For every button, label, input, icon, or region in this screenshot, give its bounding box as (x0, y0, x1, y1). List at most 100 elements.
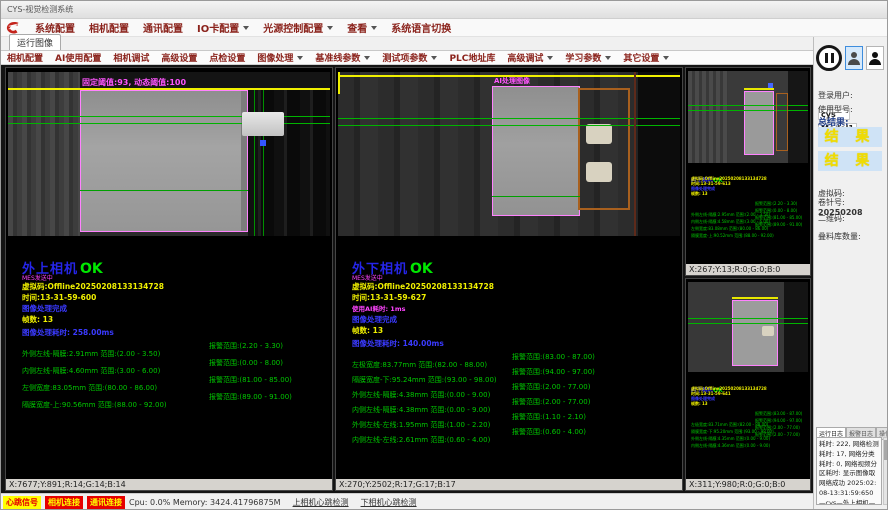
main-view-area: 固定阈值:93, 动态阈值:100 外上相机OK MES发送中 虚拟码:Offl… (1, 65, 813, 493)
measurement-row: 外侧左线-隔膜:4.35mm 范围:(0.00 - 9.00) 报警范围:(2.… (691, 425, 809, 431)
comm-connection-badge: 通讯连接 (87, 496, 125, 509)
camera-image-inner-upper[interactable] (688, 71, 808, 163)
operator-login-button[interactable] (845, 46, 863, 70)
threshold-overlay-text: 固定阈值:93, 动态阈值:100 (82, 77, 186, 88)
image-right-shadow (638, 72, 680, 236)
measurement-row: 内侧左线-隔膜:4.58mm 范围:(3.00 - 6.00) 报警范围:(0.… (691, 208, 809, 214)
measurement-row: 外侧左线-隔膜:2.91mm 范围:(2.00 - 3.50) 报警范围:(2.… (22, 341, 330, 351)
tool-learning-params[interactable]: 学习参数 (559, 51, 617, 64)
result-box-lower: 结 果 (818, 151, 882, 171)
pixel-coordinate-status: X:270;Y:2502;R:17;G:17;B:17 (336, 479, 682, 490)
measurement-row: 左侧宽度:83.05mm 范围:(80.00 - 86.00) 报警范围:(81… (22, 375, 330, 385)
tool-image-processing[interactable]: 图像处理 (251, 51, 309, 64)
tool-advanced-settings[interactable]: 高级设置 (155, 51, 203, 64)
processing-elapsed-text: 图像处理耗时: 140.00ms (352, 338, 444, 349)
app-window: CYS-视觉检测系统 系统配置 相机配置 通讯配置 IO卡配置 光源控制配置 查… (0, 0, 888, 510)
green-measure-line (80, 190, 248, 191)
tool-advanced-debug[interactable]: 高级调试 (501, 51, 559, 64)
pause-button[interactable] (816, 45, 842, 71)
tab-blob (762, 326, 774, 336)
measurement-row: 隔膜宽度-上:90.56mm 范围:(88.00 - 92.00) 报警范围:(… (22, 392, 330, 402)
alarm-range-text: 报警范围:(89.00 - 91.00) (755, 222, 802, 228)
log-scrollbar-thumb[interactable] (884, 440, 887, 460)
menu-bar: 系统配置 相机配置 通讯配置 IO卡配置 光源控制配置 查看 系统语言切换 (1, 19, 888, 37)
ai-overlay-text: AI处理图像 (494, 76, 530, 86)
tab-run-image[interactable]: 运行图像 (9, 34, 61, 50)
menu-item-system-config[interactable]: 系统配置 (28, 20, 82, 35)
alarm-range-text: 报警范围:(83.00 - 87.00) (755, 411, 802, 417)
dropdown-arrow-icon (327, 26, 333, 30)
tool-test-params[interactable]: 测试项参数 (376, 51, 443, 64)
result-box-upper: 结 果 (818, 127, 882, 147)
tab-blob (586, 162, 612, 182)
frame-count-text: 帧数: 13 (691, 401, 708, 407)
alarm-range-text: 报警范围:(2.00 - 77.00) (755, 432, 800, 438)
measurement-text: 内侧左线-隔膜:4.36mm 范围:(0.00 - 9.00) (691, 443, 770, 448)
alarm-range-text: 报警范围:(94.00 - 97.00) (755, 418, 802, 424)
upper-camera-heartbeat-check: 上相机心跳检测 (293, 497, 349, 508)
green-measure-line (338, 125, 680, 126)
frame-count-text: 帧数: 13 (691, 191, 708, 197)
lower-camera-heartbeat-check: 下相机心跳检测 (361, 497, 417, 508)
tool-camera-config[interactable]: 相机配置 (1, 51, 49, 64)
camera-panel-outer-lower: AI处理图像 外下相机OK MES发送中 虚拟码:Offline20250208… (335, 67, 683, 491)
measurement-text: 内侧左线-隔膜:4.60mm 范围:(3.00 - 6.00) (22, 367, 160, 375)
user-icon (851, 52, 857, 58)
camera-connection-badge: 相机连接 (45, 496, 83, 509)
title-bar: CYS-视觉检测系统 (1, 1, 888, 19)
alarm-range-text: 报警范围:(0.00 - 8.00) (755, 208, 797, 214)
tool-ai-usage-config[interactable]: AI使用配置 (49, 51, 107, 64)
pause-icon (825, 53, 828, 63)
yellow-reference-line (8, 88, 330, 90)
log-scrollbar[interactable] (883, 437, 888, 505)
green-measure-line (688, 323, 808, 324)
camera-image-outer-upper[interactable]: 固定阈值:93, 动态阈值:100 (8, 72, 330, 236)
camera-image-outer-lower[interactable]: AI处理图像 (338, 72, 680, 236)
green-measure-line (492, 196, 580, 197)
tool-camera-debug[interactable]: 相机调试 (107, 51, 155, 64)
red-vertical-line (634, 72, 636, 236)
tool-baseline-params[interactable]: 基准线参数 (309, 51, 376, 64)
measurement-row: 内侧左线-隔膜:4.38mm 范围:(0.00 - 9.00) 报警范围:(2.… (352, 397, 680, 407)
measurement-text: 隔膜宽度-上:90.56mm 范围:(88.00 - 92.00) (22, 401, 167, 409)
dropdown-arrow-icon (547, 56, 553, 60)
dropdown-arrow-icon (371, 26, 377, 30)
tab-blob (586, 124, 612, 144)
dropdown-arrow-icon (663, 56, 669, 60)
yellow-reference-line (744, 88, 774, 90)
alarm-range-text: 报警范围:(2.00 - 77.00) (512, 382, 590, 392)
tool-plc-address[interactable]: PLC地址库 (443, 51, 501, 64)
alarm-range-text: 报警范围:(1.10 - 2.10) (512, 412, 586, 422)
dropdown-arrow-icon (243, 26, 249, 30)
measurement-text: 外侧左线-隔膜:2.91mm 范围:(2.00 - 3.50) (22, 350, 160, 358)
log-output[interactable]: 耗时: 222, 网络检测耗时: 17, 网络分类耗时: 0, 网络视频分区耗时… (816, 437, 882, 505)
tool-spot-check[interactable]: 点检设置 (203, 51, 251, 64)
green-measure-line (688, 105, 808, 106)
blue-marker (768, 83, 773, 88)
ai-detection-box (578, 88, 630, 210)
menu-item-light-config[interactable]: 光源控制配置 (256, 20, 340, 35)
pixel-coordinate-status: X:267;Y:13;R:0;G:0;B:0 (686, 264, 810, 275)
menu-item-comm-config[interactable]: 通讯配置 (136, 20, 190, 35)
measurement-row: 内侧左线-左线:2.61mm 范围:(0.60 - 4.00) 报警范围:(0.… (352, 427, 680, 437)
alarm-range-text: 报警范围:(2.00 - 77.00) (755, 425, 800, 431)
processing-done-text: 图像处理完成 (22, 303, 67, 314)
window-title: CYS-视觉检测系统 (1, 4, 73, 15)
measurement-row: 外侧左线-隔膜:2.95mm 范围:(2.00 - 3.50) 报警范围:(2.… (691, 201, 809, 207)
ai-elapsed-text: 使用AI耗时: 1ms (352, 303, 405, 313)
menu-item-io-config[interactable]: IO卡配置 (190, 20, 256, 35)
menu-item-camera-config[interactable]: 相机配置 (82, 20, 136, 35)
user-dark-icon (872, 52, 878, 58)
battery-cell-region (744, 91, 774, 155)
measurement-row: 左侧宽度:83.08mm 范围:(80.00 - 86.00) 报警范围:(81… (691, 215, 809, 221)
camera-panel-outer-upper: 固定阈值:93, 动态阈值:100 外上相机OK MES发送中 虚拟码:Offl… (5, 67, 333, 491)
result-ok-text: OK (80, 261, 103, 277)
cpu-memory-text: Cpu: 0.0% Memory: 3424.41796875M (129, 498, 281, 507)
app-logo-icon (5, 21, 23, 35)
tool-other-settings[interactable]: 其它设置 (617, 51, 675, 64)
camera-image-inner-lower[interactable] (688, 282, 808, 372)
menu-item-language-switch[interactable]: 系统语言切换 (384, 20, 458, 35)
admin-login-button[interactable] (866, 46, 884, 70)
alarm-range-text: 报警范围:(81.00 - 85.00) (755, 215, 802, 221)
menu-item-view[interactable]: 查看 (340, 20, 384, 35)
